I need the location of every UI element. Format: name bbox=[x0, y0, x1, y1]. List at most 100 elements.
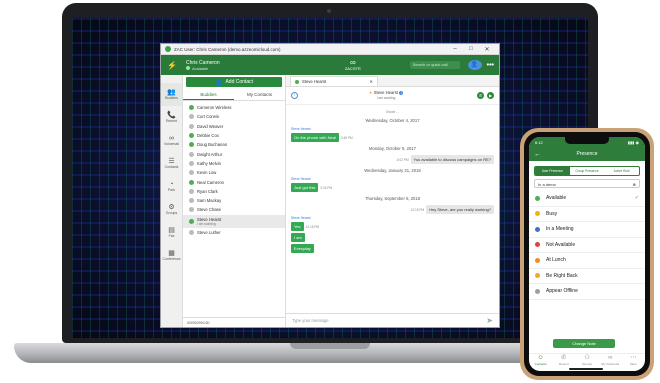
contact-row[interactable]: Cameron Wireless bbox=[183, 103, 285, 112]
call-icon[interactable]: ✆ bbox=[477, 92, 484, 99]
presence-dot-icon bbox=[189, 160, 194, 166]
contact-name: Steve Chase bbox=[197, 207, 221, 213]
tab-buddies[interactable]: Buddies bbox=[183, 89, 234, 100]
nav-item-groups[interactable]: ⚙ Groups bbox=[161, 198, 182, 221]
current-user[interactable]: Chris Cameron Available bbox=[186, 60, 296, 71]
presence-dot-icon bbox=[535, 273, 540, 279]
presence-option-label: Be Right Back bbox=[546, 272, 578, 279]
clear-icon[interactable]: ⊗ bbox=[633, 182, 636, 187]
maximize-button[interactable]: □ bbox=[463, 46, 479, 52]
nav-item-recent[interactable]: 📞 Recent bbox=[161, 106, 182, 129]
presence-dot-icon bbox=[535, 226, 540, 232]
presence-option[interactable]: Not Available bbox=[529, 238, 645, 253]
segment-group-presence[interactable]: Group Presence bbox=[570, 167, 605, 175]
nav-item-label: Contacts bbox=[164, 165, 179, 169]
more-menu-icon[interactable]: ••• bbox=[487, 62, 494, 69]
presence-option[interactable]: Be Right Back bbox=[529, 269, 645, 284]
phone-time: 6:12 bbox=[535, 139, 543, 145]
nav-item-park[interactable]: ◔ Park bbox=[161, 175, 182, 198]
message-input[interactable]: Type your message bbox=[292, 318, 486, 323]
presence-dot-icon bbox=[535, 242, 540, 248]
contact-row[interactable]: Ryan Clark bbox=[183, 187, 285, 196]
contact-name: Dwight Arthur bbox=[197, 151, 223, 157]
presence-option-label: Available bbox=[546, 195, 567, 202]
presence-dot-icon bbox=[189, 105, 194, 111]
chat-panel: Steve Hearst ✕ ‹ ★ Steve Hearst i I am w… bbox=[286, 75, 499, 327]
message-row: Everyday bbox=[291, 244, 494, 253]
video-icon[interactable]: ▶ bbox=[487, 92, 494, 99]
phone-tab-groups[interactable]: ⚇ Groups bbox=[575, 354, 598, 367]
load-more-link[interactable]: More... bbox=[291, 109, 494, 114]
presence-option[interactable]: Appear Offline bbox=[529, 284, 645, 300]
phone-tab-more[interactable]: ⋯ More bbox=[622, 354, 645, 367]
phone-tab-contacts[interactable]: ☺ Contacts bbox=[529, 354, 552, 367]
contact-row[interactable]: Kathy Melvin bbox=[183, 159, 285, 168]
nav-item-fax[interactable]: ▤ Fax bbox=[161, 221, 182, 244]
add-people-icon[interactable]: 👤 bbox=[467, 60, 482, 70]
presence-option[interactable]: Busy bbox=[529, 207, 645, 222]
user-status-label: Available bbox=[192, 65, 209, 71]
presence-option[interactable]: At Lunch bbox=[529, 253, 645, 269]
presence-option[interactable]: In a Meeting bbox=[529, 222, 645, 238]
segment-user-presence[interactable]: User Presence bbox=[535, 167, 570, 175]
add-contact-button[interactable]: 👤 Add Contact bbox=[186, 77, 282, 87]
contact-row[interactable]: Steve Chase bbox=[183, 205, 285, 214]
contact-row[interactable]: Steve Hearst I am working bbox=[183, 214, 285, 228]
minimize-button[interactable]: – bbox=[447, 46, 463, 52]
presence-dot-icon bbox=[189, 114, 194, 120]
user-status: Available bbox=[186, 66, 296, 71]
presence-dot-icon bbox=[189, 198, 194, 204]
presence-dot-icon bbox=[189, 188, 194, 194]
contact-row[interactable]: Neal Cameron bbox=[183, 177, 285, 186]
message-sender: Steve Hearst bbox=[291, 177, 311, 181]
contact-row[interactable]: Doug Buchanan bbox=[183, 140, 285, 149]
home-indicator bbox=[569, 368, 603, 370]
back-icon[interactable]: ‹ bbox=[291, 92, 298, 99]
presence-note-input[interactable]: In a demo ⊗ bbox=[534, 179, 640, 188]
nav-item-contacts[interactable]: ☰ Contacts bbox=[161, 152, 182, 175]
phone-tab-label: Recent bbox=[559, 362, 569, 366]
nav-item-conference[interactable]: ▦ Conference bbox=[161, 244, 182, 267]
phone-icon: 📞 bbox=[167, 112, 176, 119]
add-user-icon: 👤 bbox=[214, 79, 223, 86]
chat-tab[interactable]: Steve Hearst ✕ bbox=[290, 76, 378, 86]
presence-options: Available ✓ Busy In a Meeting Not Available A… bbox=[529, 191, 645, 300]
laptop-camera bbox=[327, 9, 331, 13]
status-dot-icon bbox=[186, 66, 190, 70]
close-tab-icon[interactable]: ✕ bbox=[369, 79, 373, 84]
contacts-tabs: Buddies My Contacts bbox=[183, 89, 285, 101]
message-row: 12:15 PM Hey Steve, are you really workin… bbox=[291, 205, 494, 214]
message-time: 12:15 PM bbox=[305, 224, 320, 229]
contact-row[interactable]: Dwight Arthur bbox=[183, 149, 285, 158]
nav-item-voicemail[interactable]: ∞ Voicemail bbox=[161, 129, 182, 152]
peer-status: I am working bbox=[376, 96, 396, 101]
contact-row[interactable]: Kevin Low bbox=[183, 168, 285, 177]
contact-row[interactable]: David Weaver bbox=[183, 122, 285, 131]
phone-tab-my-voicemail[interactable]: ∞ My Voicemail bbox=[599, 354, 622, 367]
contact-row[interactable]: Sam Mackay bbox=[183, 196, 285, 205]
phone-tab-label: Groups bbox=[582, 362, 592, 366]
info-icon[interactable]: i bbox=[399, 91, 404, 95]
message-time: 3:02 PM bbox=[396, 157, 409, 162]
close-button[interactable]: ✕ bbox=[479, 46, 495, 53]
contact-row[interactable]: Steve Luther bbox=[183, 228, 285, 237]
outgoing-message: Hey Steve, are you really working? bbox=[426, 205, 494, 214]
phone-back-icon[interactable]: ← bbox=[534, 151, 544, 158]
presence-dot-icon bbox=[189, 218, 194, 224]
checkmark-icon: ✓ bbox=[634, 195, 639, 202]
change-note-button[interactable]: Change Note bbox=[553, 339, 615, 348]
contact-row[interactable]: Debbie Cox bbox=[183, 131, 285, 140]
segment-active-rule[interactable]: Active Rule bbox=[604, 167, 639, 175]
contact-row[interactable]: Curt Corwin bbox=[183, 112, 285, 121]
presence-option[interactable]: Available ✓ bbox=[529, 191, 645, 207]
message-composer[interactable]: Type your message ➤ bbox=[286, 313, 499, 327]
send-icon[interactable]: ➤ bbox=[486, 316, 493, 325]
phone-tab-recent[interactable]: ✆ Recent bbox=[552, 354, 575, 367]
favorite-star-icon[interactable]: ★ bbox=[369, 90, 373, 95]
buddies-icon: 👥 bbox=[167, 89, 176, 96]
nav-item-buddies[interactable]: 👥 Buddies bbox=[161, 83, 182, 106]
message-list: More... Wednesday, October 4, 2017 Steve … bbox=[286, 105, 499, 257]
tab-my-contacts[interactable]: My Contacts bbox=[234, 89, 285, 100]
connection-icon[interactable]: ⚡ bbox=[166, 61, 178, 70]
search-input[interactable]: Search or quick call bbox=[409, 61, 460, 69]
